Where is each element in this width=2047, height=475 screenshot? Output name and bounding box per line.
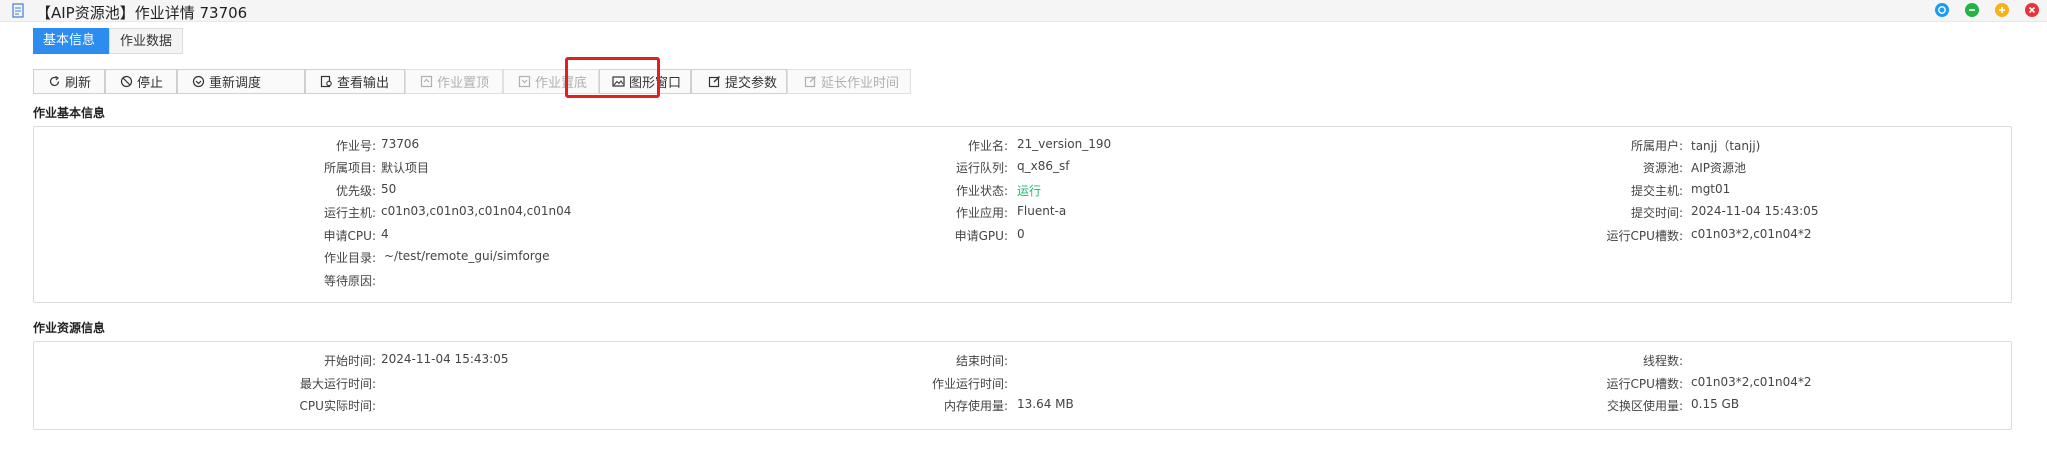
workdir-label: 作业目录:	[323, 251, 376, 265]
target-icon	[1938, 6, 1946, 14]
cpu-slots-label: 运行CPU槽数:	[1606, 229, 1683, 243]
pin-bottom-icon	[518, 75, 531, 88]
wait-reason-field: 等待原因:	[34, 272, 376, 289]
wait-reason-label: 等待原因:	[323, 274, 376, 288]
submit-host-label: 提交主机:	[1630, 184, 1683, 198]
reschedule-button[interactable]: 重新调度	[177, 69, 305, 94]
pin-bottom-label: 作业置底	[535, 76, 588, 91]
submit-host-value: mgt01	[1691, 182, 1731, 196]
resource-info-panel: 开始时间: 2024-11-04 15:43:05 结束时间: 线程数: 最大运…	[33, 341, 2012, 430]
workdir-value: ~/test/remote_gui/simforge	[384, 249, 550, 263]
pin-bottom-button[interactable]: 作业置底	[503, 69, 599, 94]
tab-job-data[interactable]: 作业数据	[109, 28, 183, 54]
minimize-icon	[1969, 9, 1975, 11]
cpu-slots-value: c01n03*2,c01n04*2	[1691, 227, 1812, 241]
pool-value: AIP资源池	[1691, 161, 1746, 175]
swap-field: 交换区使用量:	[34, 397, 1683, 414]
view-output-button[interactable]: 查看输出	[305, 69, 405, 94]
title-bar: 【AIP资源池】作业详情 73706	[0, 0, 2047, 22]
pool-label: 资源池:	[1642, 161, 1683, 175]
view-output-label: 查看输出	[337, 76, 390, 91]
res-cpu-slots-field: 运行CPU槽数:	[34, 375, 1683, 392]
workdir-field: 作业目录:	[34, 249, 376, 266]
cpu-slots-field: 运行CPU槽数:	[34, 227, 1683, 244]
extend-time-button[interactable]: 延长作业时间	[787, 69, 911, 94]
submit-time-label: 提交时间:	[1630, 206, 1683, 220]
graphic-window-button[interactable]: 图形窗口	[599, 69, 691, 94]
swap-value: 0.15 GB	[1691, 397, 1740, 411]
user-field: 所属用户:	[34, 137, 1683, 154]
extend-time-label: 延长作业时间	[821, 76, 900, 91]
pin-top-label: 作业置顶	[437, 76, 490, 91]
submit-time-value: 2024-11-04 15:43:05	[1691, 204, 1819, 218]
tab-basic-info[interactable]: 基本信息	[33, 28, 109, 54]
graphic-window-label: 图形窗口	[629, 76, 682, 91]
pin-top-button[interactable]: 作业置顶	[405, 69, 503, 94]
window-title: 【AIP资源池】作业详情 73706	[36, 4, 248, 22]
submit-params-label: 提交参数	[725, 76, 778, 91]
edit-icon	[804, 76, 816, 88]
refresh-icon	[49, 75, 60, 87]
reschedule-icon	[192, 75, 205, 88]
user-value: tanjj（tanjj)	[1691, 139, 1761, 153]
plus-icon	[1999, 7, 2005, 13]
reschedule-label: 重新调度	[209, 76, 262, 91]
close-window-button[interactable]	[2025, 3, 2039, 17]
image-icon	[612, 76, 625, 87]
submit-time-field: 提交时间:	[34, 204, 1683, 221]
user-label: 所属用户:	[1630, 139, 1683, 153]
swap-label: 交换区使用量:	[1606, 399, 1683, 413]
basic-info-title: 作业基本信息	[33, 106, 106, 120]
res-cpu-slots-label: 运行CPU槽数:	[1606, 377, 1683, 391]
submit-params-button[interactable]: 提交参数	[691, 69, 787, 94]
document-icon	[12, 3, 24, 18]
refresh-label: 刷新	[65, 76, 92, 91]
basic-info-panel: 作业号: 73706 作业名: 21_version_190 所属用户: tan…	[33, 126, 2012, 303]
refresh-button[interactable]: 刷新	[33, 69, 105, 94]
close-icon	[2028, 6, 2036, 14]
pin-top-icon	[420, 75, 433, 88]
settings-window-button[interactable]	[1935, 3, 1949, 17]
forbidden-icon	[120, 75, 133, 88]
res-cpu-slots-value: c01n03*2,c01n04*2	[1691, 375, 1812, 389]
view-output-icon	[320, 75, 332, 88]
resource-info-title: 作业资源信息	[33, 321, 106, 335]
pool-field: 资源池:	[34, 159, 1683, 176]
maximize-window-button[interactable]	[1995, 3, 2009, 17]
stop-label: 停止	[137, 76, 164, 91]
stop-button[interactable]: 停止	[105, 69, 177, 94]
edit-icon	[708, 76, 720, 88]
minimize-window-button[interactable]	[1965, 3, 1979, 17]
threads-label: 线程数:	[1642, 354, 1683, 368]
submit-host-field: 提交主机:	[34, 182, 1683, 199]
threads-field: 线程数:	[34, 352, 1683, 369]
